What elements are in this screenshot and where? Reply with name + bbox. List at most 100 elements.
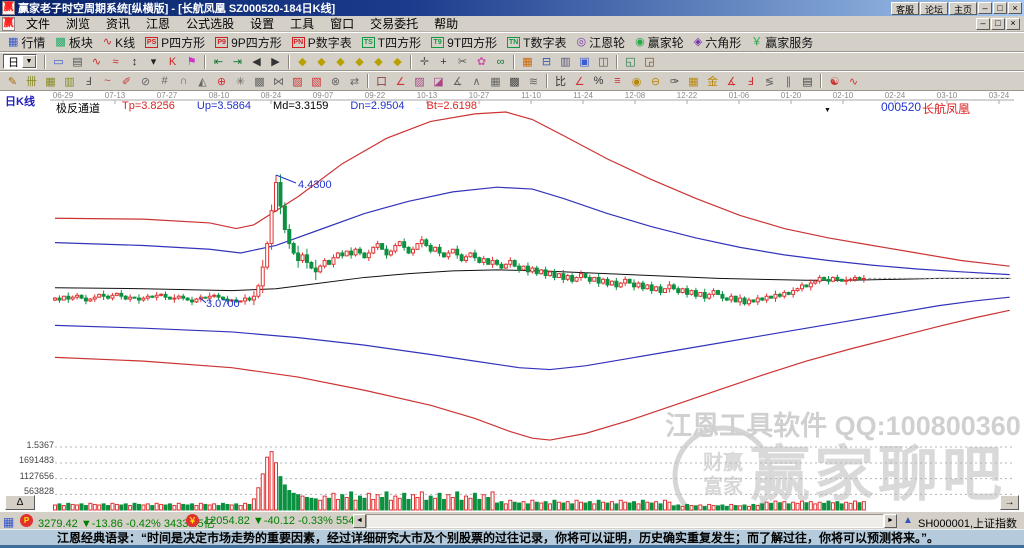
hscroll-left-button[interactable]: ◄	[353, 514, 366, 528]
circle-tool-icon[interactable]: ⊘	[136, 73, 155, 89]
yinyang-icon[interactable]: ☯	[825, 73, 844, 89]
minimize-button[interactable]: –	[978, 2, 992, 14]
titlebar-button-客服[interactable]: 客服	[891, 2, 919, 15]
toolbar-button-K线[interactable]: ∿K线	[98, 34, 140, 51]
close-button[interactable]: ×	[1008, 2, 1022, 14]
draw-line-icon[interactable]: ✐	[117, 73, 136, 89]
calculator-icon[interactable]: ⊟	[537, 54, 556, 70]
parallel-lines-icon[interactable]: ∥	[779, 73, 798, 89]
menu-浏览[interactable]: 浏览	[58, 15, 98, 32]
square-grid-icon[interactable]: ▦	[486, 73, 505, 89]
triangle-tool-icon[interactable]: ◭	[193, 73, 212, 89]
toolbar-button-行情[interactable]: ▦行情	[3, 34, 50, 51]
target-tool-icon[interactable]: ⊕	[212, 73, 231, 89]
hscroll-right-button[interactable]: ►	[884, 514, 897, 528]
candle-style-icon[interactable]: ↕	[125, 54, 144, 70]
toolbar-button-P数字表[interactable]: PNP数字表	[287, 34, 357, 51]
time-ruler-icon[interactable]: 卌	[22, 73, 41, 89]
box-tool-icon[interactable]: 口	[372, 73, 391, 89]
mdi-minimize-button[interactable]: –	[976, 18, 990, 30]
percent-lines-icon[interactable]: ≡	[608, 73, 627, 89]
half-box-icon[interactable]: ◪	[429, 73, 448, 89]
star-rays-icon[interactable]: ✳	[231, 73, 250, 89]
bowtie-tool-icon[interactable]: ⋈	[269, 73, 288, 89]
toolbar-button-9T四方形[interactable]: T99T四方形	[426, 34, 502, 51]
multi-trend-icon[interactable]: ≈	[106, 54, 125, 70]
gann-diamond-up-icon[interactable]: ◆	[331, 54, 350, 70]
pencil-tool-icon[interactable]: ✎	[3, 73, 22, 89]
fib-fan-icon[interactable]: Ⅎ	[741, 73, 760, 89]
binoculars-icon[interactable]: ∞	[491, 54, 510, 70]
scissors-icon[interactable]: ✂	[453, 54, 472, 70]
hand-tool-icon[interactable]: ✛	[415, 54, 434, 70]
titlebar-button-主页[interactable]: 主页	[949, 2, 977, 15]
hscroll-track[interactable]	[366, 514, 884, 528]
fibonacci-icon[interactable]: Ⅎ	[79, 73, 98, 89]
toolbar-button-T数字表[interactable]: TNT数字表	[502, 34, 571, 51]
toolbar-button-T四方形[interactable]: TST四方形	[357, 34, 426, 51]
gann-diamond-down-icon[interactable]: ◆	[350, 54, 369, 70]
toolbar-button-赢家服务[interactable]: ￥赢家服务	[746, 34, 818, 51]
price-grid-icon[interactable]: ▥	[60, 73, 79, 89]
angle-tool-icon[interactable]: ∡	[448, 73, 467, 89]
menu-资讯[interactable]: 资讯	[98, 15, 138, 32]
import-chart-icon[interactable]: ◲	[640, 54, 659, 70]
chart-scroll-right-button[interactable]: →	[1000, 495, 1019, 510]
golden-circle-icon[interactable]: ◉	[627, 73, 646, 89]
gold-tool-icon[interactable]: 金	[703, 73, 722, 89]
print-icon[interactable]: ◫	[594, 54, 613, 70]
trend-icon[interactable]: ∿	[87, 54, 106, 70]
toolbar-button-赢家轮[interactable]: ◉赢家轮	[630, 34, 689, 51]
toolbar-button-板块[interactable]: ▩板块	[50, 34, 97, 51]
angle-percent-icon[interactable]: ∠	[570, 73, 589, 89]
toolbar-button-P四方形[interactable]: PSP四方形	[140, 34, 210, 51]
arc-tool-icon[interactable]: ∩	[174, 73, 193, 89]
candle-style-dropdown-icon[interactable]: ▾	[144, 54, 163, 70]
gann-diamond-left-icon[interactable]: ◆	[293, 54, 312, 70]
layout-icon[interactable]: ▭	[49, 54, 68, 70]
menu-江恩[interactable]: 江恩	[138, 15, 178, 32]
menu-设置[interactable]: 设置	[242, 15, 282, 32]
net-grid-icon[interactable]: ▩	[250, 73, 269, 89]
save-icon[interactable]: ▣	[575, 54, 594, 70]
speed-lines-icon[interactable]: ≶	[760, 73, 779, 89]
flag-icon[interactable]: ⚑	[182, 54, 201, 70]
dense-grid-icon[interactable]: ▩	[505, 73, 524, 89]
titlebar-button-论坛[interactable]: 论坛	[920, 2, 948, 15]
prev-bar-icon[interactable]: ◀	[247, 54, 266, 70]
export-chart-icon[interactable]: ◱	[621, 54, 640, 70]
report-icon[interactable]: ▤	[68, 54, 87, 70]
swap-axis-icon[interactable]: ⇄	[345, 73, 364, 89]
gann-grid-icon[interactable]: ▦	[41, 73, 60, 89]
toolbar-button-六角形[interactable]: ◈六角形	[689, 34, 746, 51]
percent-icon[interactable]: %	[589, 73, 608, 89]
wave-cycle-icon[interactable]: ∿	[844, 73, 863, 89]
cross-circle-icon[interactable]: ⊗	[326, 73, 345, 89]
hash-grid-icon[interactable]: #	[155, 73, 174, 89]
period-dropdown[interactable]: 日▼	[3, 54, 37, 69]
quote-grid-icon[interactable]: ▦	[3, 515, 14, 529]
golden-grid-icon[interactable]: ▦	[684, 73, 703, 89]
toolbar-button-9P四方形[interactable]: P99P四方形	[210, 34, 287, 51]
curve-tool-icon[interactable]: ~	[98, 73, 117, 89]
kline-chart[interactable]: 财赢富家江恩工具软件 QQ:100800360赢家聊吧4.43003.0700	[0, 91, 1024, 511]
gann-diamond-shrink-icon[interactable]: ◆	[388, 54, 407, 70]
menu-帮助[interactable]: 帮助	[426, 15, 466, 32]
speed-angle-icon[interactable]: ∡	[722, 73, 741, 89]
wedge-tool-icon[interactable]: ∧	[467, 73, 486, 89]
delta-button[interactable]: Δ	[5, 495, 35, 510]
toolbar-button-江恩轮[interactable]: ◎江恩轮	[572, 34, 631, 51]
chart-area[interactable]: 财赢富家江恩工具软件 QQ:100800360赢家聊吧4.43003.0700 …	[0, 91, 1024, 511]
gann-fan-icon[interactable]: ∠	[391, 73, 410, 89]
wave-lines-icon[interactable]: ≋	[524, 73, 543, 89]
maximize-button[interactable]: □	[993, 2, 1007, 14]
gann-diamond-expand-icon[interactable]: ◆	[369, 54, 388, 70]
menu-文件[interactable]: 文件	[18, 15, 58, 32]
crosshair-icon[interactable]: +	[434, 54, 453, 70]
golden-section-icon[interactable]: ⊖	[646, 73, 665, 89]
shaded-box-icon[interactable]: ▨	[410, 73, 429, 89]
menu-公式选股[interactable]: 公式选股	[178, 15, 242, 32]
red-grid2-icon[interactable]: ▧	[307, 73, 326, 89]
red-grid-icon[interactable]: ▨	[288, 73, 307, 89]
annotate-icon[interactable]: ✑	[665, 73, 684, 89]
